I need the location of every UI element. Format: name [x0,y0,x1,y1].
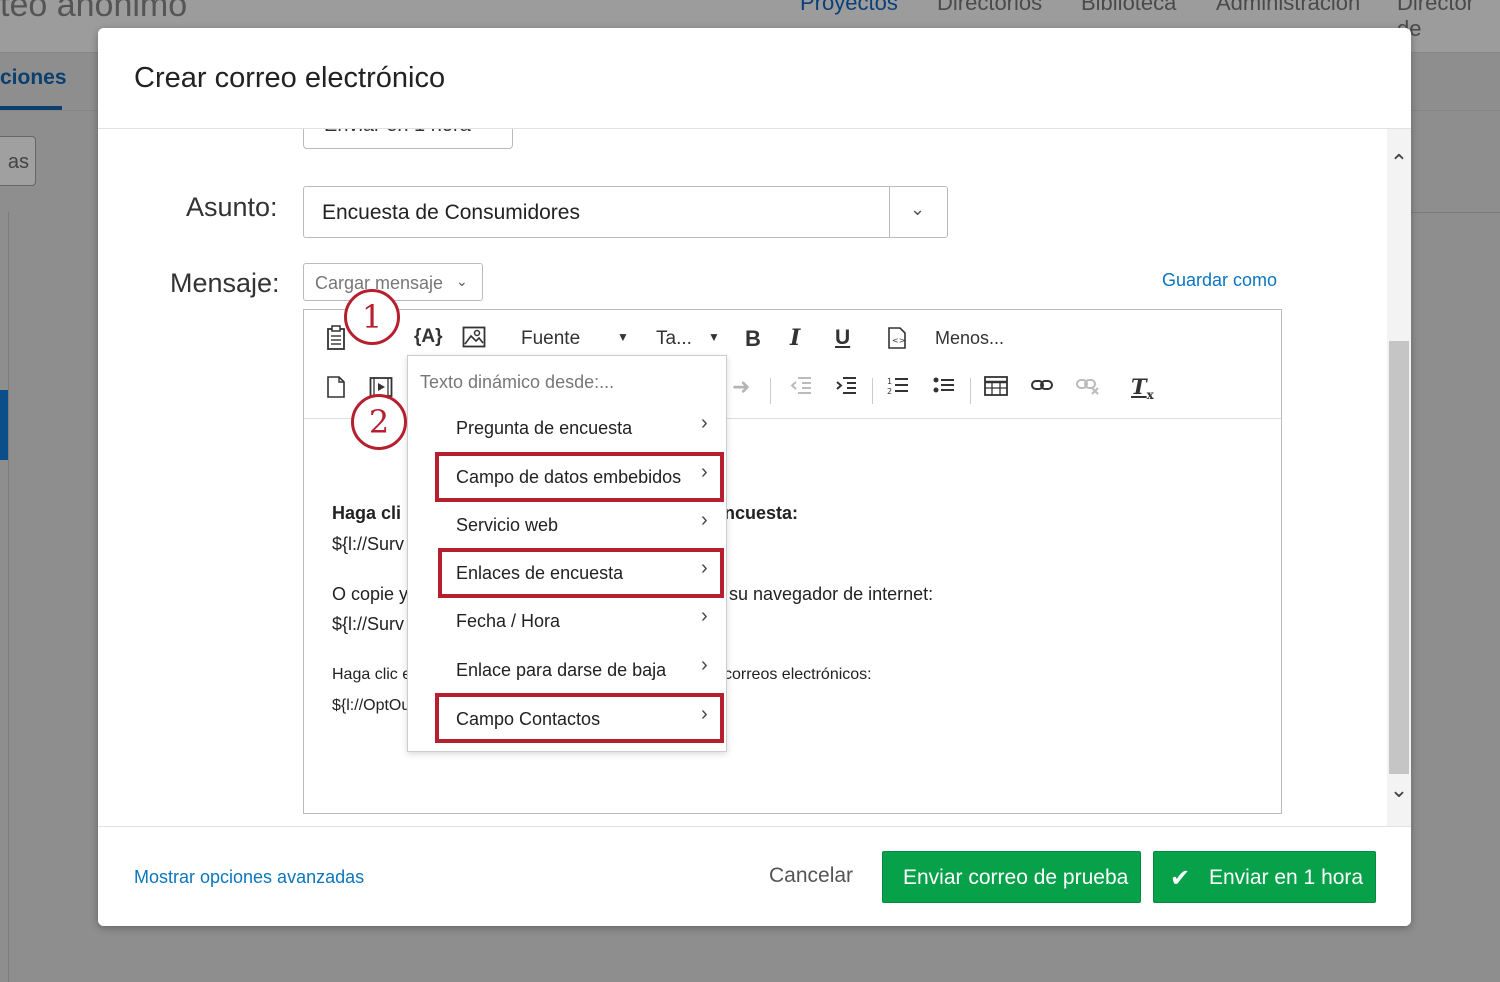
send-test-email-button[interactable]: Enviar correo de prueba [882,851,1141,903]
dropdown-item-opt-out-link[interactable]: Enlace para darse de baja [456,660,666,681]
redo-icon[interactable]: ➜ [732,374,750,400]
size-select[interactable]: Ta... [656,328,692,350]
background-sidebar [0,212,9,982]
clear-format-icon[interactable]: Tx [1131,374,1154,402]
highlight-survey-links [438,548,724,598]
nav-director[interactable]: Director de [1397,0,1500,42]
modal-scrollbar[interactable]: ⌃ ⌄ [1387,129,1411,826]
toolbar-separator [970,378,971,404]
background-sidebar-active [0,390,8,460]
dropdown-item-date-time[interactable]: Fecha / Hora [456,611,560,632]
italic-button[interactable]: I [790,325,800,351]
load-message-select[interactable]: Cargar mensaje ⌄ [303,263,483,301]
send-time-value: Enviar en 1 hora [324,129,471,137]
chevron-down-icon: ⌄ [910,199,926,219]
svg-text:<>: <> [892,336,905,345]
less-button[interactable]: Menos... [935,328,1004,349]
outdent-icon[interactable] [790,376,812,402]
nav-administracion[interactable]: Administración [1216,0,1360,16]
background-title: teo anónimo [0,0,188,24]
content-line-5: Haga clic e [332,666,412,683]
content-line-5-right: correos electrónicos: [724,666,872,683]
chevron-up-icon[interactable]: ⌃ [1387,152,1411,174]
content-line-1: Haga cli [332,503,402,523]
chevron-down-icon: ⌄ [456,273,468,289]
subject-value: Encuesta de Consumidores [322,201,580,224]
subject-label: Asunto: [186,192,278,222]
save-as-link[interactable]: Guardar como [1162,270,1277,291]
advanced-options-link[interactable]: Mostrar opciones avanzadas [134,867,364,888]
chevron-right-icon: › [701,509,708,531]
background-divider-right [1411,212,1500,213]
nav-proyectos[interactable]: Proyectos [800,0,898,16]
underline-button[interactable]: U [835,326,850,350]
caret-down-icon: ▼ [708,330,720,344]
scrollbar-thumb[interactable] [1389,341,1409,774]
content-line-1-right: ncuesta: [724,503,799,523]
chevron-right-icon: › [701,654,708,676]
content-line-3-right: su navegador de internet: [729,584,934,604]
caret-down-icon: ▼ [617,330,629,344]
send-time-select[interactable]: Enviar en 1 hora [303,129,513,149]
image-icon[interactable] [462,326,486,354]
nav-biblioteca[interactable]: Biblioteca [1081,0,1176,16]
dropdown-header: Texto dinámico desde:... [420,372,615,392]
modal-body: Enviar en 1 hora Asunto: Encuesta de Con… [98,129,1387,826]
toolbar-separator [872,378,873,404]
step-1-marker: 1 [344,289,400,345]
table-icon[interactable] [984,376,1008,402]
subject-field[interactable]: Encuesta de Consumidores ⌄ [303,186,948,238]
content-line-6: ${l://OptOu [332,697,411,714]
dropdown-item-web-service[interactable]: Servicio web [456,515,558,536]
content-line-3: O copie y [332,584,409,604]
cancel-button[interactable]: Cancelar [769,864,853,888]
chevron-right-icon: › [701,605,708,627]
paste-icon[interactable] [326,325,346,357]
source-icon[interactable]: <> [887,327,907,355]
background-button[interactable]: as [0,136,36,186]
content-line-4: ${l://Surv [332,614,405,634]
chevron-down-icon[interactable]: ⌄ [1387,779,1411,801]
highlight-embedded-data [435,452,724,502]
toolbar-separator [770,378,771,404]
modal-header: Crear correo electrónico [98,28,1411,129]
send-label: Enviar en 1 hora [1209,866,1364,889]
modal-footer: Mostrar opciones avanzadas Cancelar Envi… [98,826,1411,926]
unlink-icon[interactable] [1076,377,1100,401]
step-2-marker: 2 [351,394,407,450]
create-email-modal: Crear correo electrónico Enviar en 1 hor… [98,28,1411,926]
svg-text:2: 2 [887,387,892,396]
new-document-icon[interactable] [326,376,346,404]
numbered-list-icon[interactable]: 12 [887,376,909,402]
content-line-2: ${l://Surv [332,534,405,554]
indent-icon[interactable] [835,376,857,402]
chevron-right-icon: › [701,412,708,434]
modal-title: Crear correo electrónico [134,62,446,94]
dropdown-item-survey-question[interactable]: Pregunta de encuesta [456,418,632,439]
svg-text:1: 1 [887,377,892,386]
subject-dropdown-button[interactable]: ⌄ [889,187,947,237]
checkmark-icon: ✔ [1170,865,1191,892]
link-icon[interactable] [1031,377,1053,399]
background-tab[interactable]: ciones [0,66,67,90]
send-button[interactable]: ✔ Enviar en 1 hora [1153,851,1376,903]
message-label: Mensaje: [170,268,280,298]
font-select[interactable]: Fuente [521,328,580,350]
piped-text-icon[interactable]: {A} [414,326,443,348]
bold-button[interactable]: B [745,326,761,352]
nav-directorios[interactable]: Directorios [937,0,1042,16]
highlight-contact-field [435,693,724,743]
send-test-label: Enviar correo de prueba [903,866,1129,889]
bullet-list-icon[interactable] [933,376,955,402]
